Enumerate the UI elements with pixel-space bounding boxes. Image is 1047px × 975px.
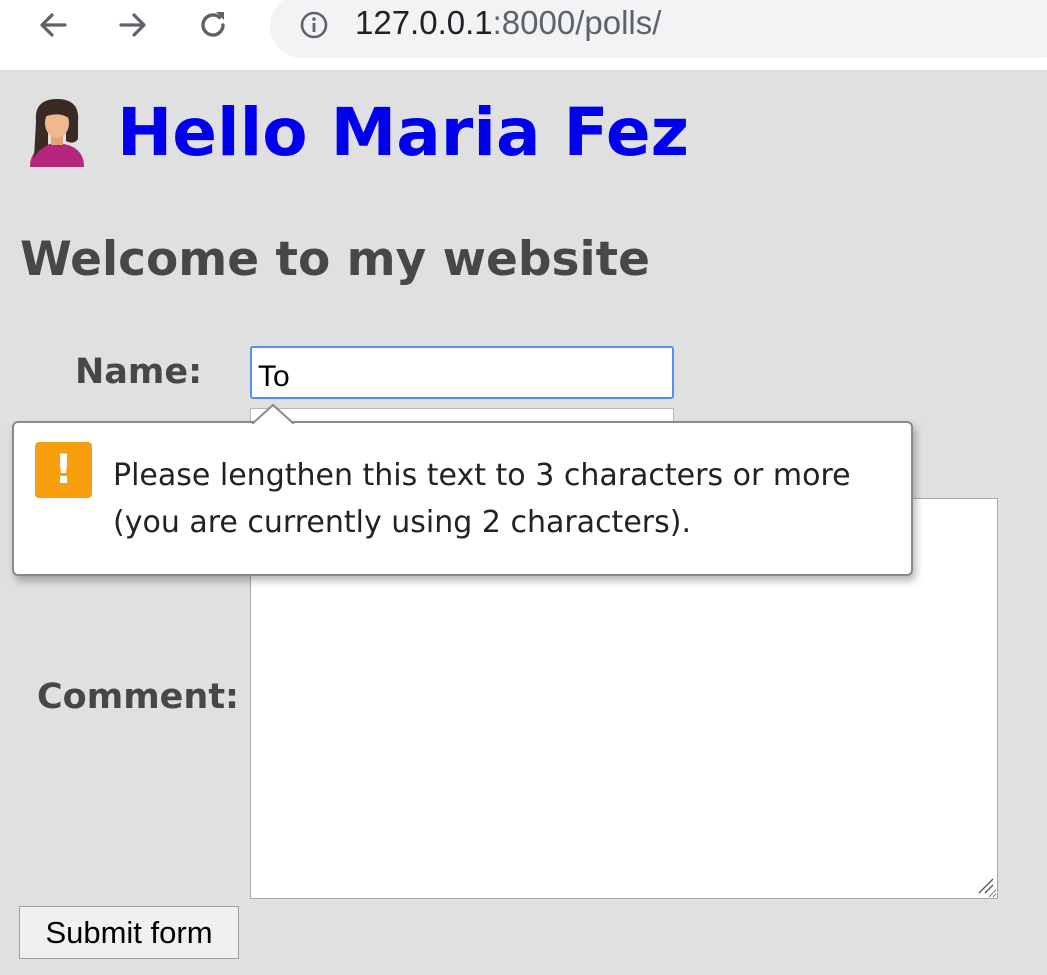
forward-arrow-icon [119,13,146,37]
validation-message: Please lengthen this text to 3 character… [113,458,851,540]
back-arrow-icon [40,13,67,37]
reload-icon [201,12,225,37]
welcome-heading: Welcome to my website [20,232,650,287]
warning-icon: ! [35,442,92,498]
site-info-icon[interactable] [298,9,330,41]
resize-grip-icon[interactable] [974,874,994,894]
submit-button[interactable]: Submit form [19,906,239,959]
greeting-heading: Hello Maria Fez [117,94,690,171]
back-button[interactable] [30,2,76,48]
name-label: Name: [75,352,203,392]
warning-glyph: ! [54,447,73,493]
reload-button[interactable] [190,2,236,48]
forward-button[interactable] [110,2,156,48]
user-avatar-icon [30,99,84,167]
url-text[interactable]: 127.0.0.1:8000/polls/ [355,4,661,42]
comment-label: Comment: [37,677,240,717]
name-input[interactable] [250,346,674,399]
url-host: 127.0.0.1 [355,4,493,41]
browser-toolbar: 127.0.0.1:8000/polls/ [0,0,1047,70]
tooltip-arrow-icon [252,403,294,424]
url-path: :8000/polls/ [492,4,662,41]
